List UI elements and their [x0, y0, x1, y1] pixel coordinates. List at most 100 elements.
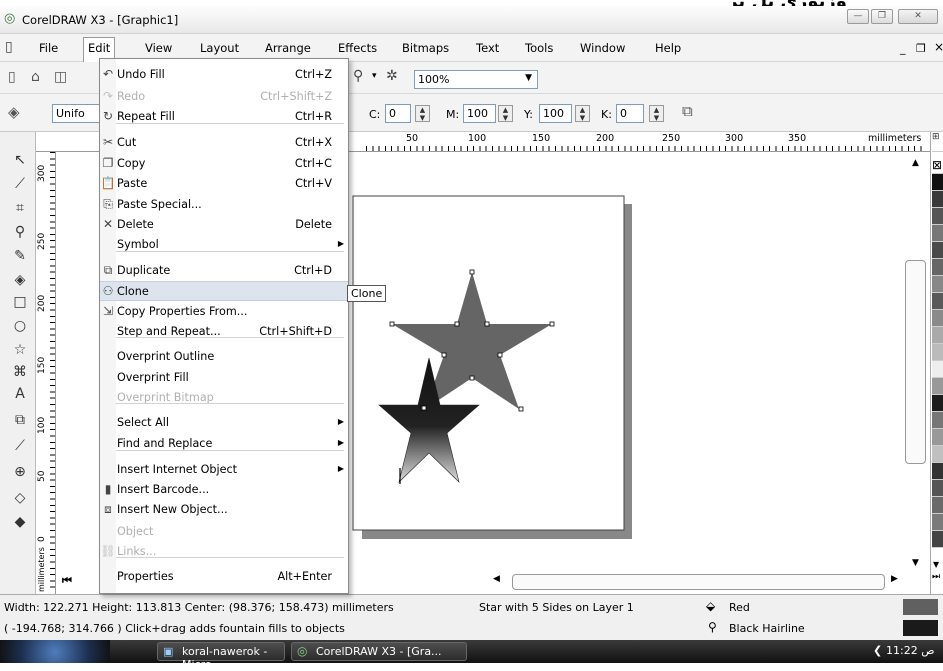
color-swatch[interactable] — [932, 531, 943, 548]
edit-menu-item-object[interactable]: Object — [100, 522, 348, 542]
edit-menu-item-paste[interactable]: 📋 Paste Ctrl+V — [100, 174, 348, 194]
edit-menu-item-clone[interactable]: ⚇ Clone — [100, 281, 348, 301]
minimize-button[interactable]: — — [847, 9, 869, 24]
application-launcher-icon[interactable]: ⚲ — [353, 68, 363, 84]
menu-layout[interactable]: Layout — [200, 41, 239, 55]
edit-menu-item-repeat-fill[interactable]: ↻ Repeat Fill Ctrl+R — [100, 107, 348, 127]
color-swatch[interactable] — [932, 514, 943, 531]
new-icon[interactable]: ▯ — [8, 69, 16, 85]
menu-file[interactable]: File — [39, 41, 58, 55]
edit-menu-item-overprint-bitmap[interactable]: Overprint Bitmap — [100, 388, 348, 408]
color-swatch[interactable] — [932, 344, 943, 361]
edit-menu-item-redo[interactable]: ↷ Redo Ctrl+Shift+Z — [100, 87, 348, 107]
color-swatch[interactable] — [932, 327, 943, 344]
palette-scroll-down-icon[interactable]: ▼ — [933, 560, 939, 569]
color-swatch[interactable] — [932, 259, 943, 276]
edit-menu-item-find-and-replace[interactable]: Find and Replace ▶ — [100, 434, 348, 454]
menu-help[interactable]: Help — [655, 41, 681, 55]
rectangle-tool-icon[interactable]: □ — [9, 292, 31, 312]
text-tool-icon[interactable]: A — [9, 384, 31, 404]
taskbar-item-coreldraw[interactable]: ◎ CorelDRAW X3 - [Gra... — [291, 642, 467, 661]
close-button[interactable]: ✕ — [898, 9, 938, 24]
polygon-tool-icon[interactable]: ☆ — [9, 340, 31, 360]
color-swatch[interactable] — [932, 378, 943, 395]
start-button[interactable] — [0, 640, 110, 663]
freehand-tool-icon[interactable]: ✎ — [9, 246, 31, 266]
c-spinner[interactable]: ▲ ▼ — [415, 105, 430, 122]
scroll-up-icon[interactable]: ▲ — [912, 158, 919, 168]
color-swatch[interactable] — [932, 208, 943, 225]
edit-menu-item-insert-barcode[interactable]: ▮ Insert Barcode... — [100, 480, 348, 500]
welcome-screen-icon[interactable]: ✲ — [386, 68, 398, 84]
color-swatch[interactable] — [932, 480, 943, 497]
interactive-blend-tool-icon[interactable]: ⧉ — [9, 410, 31, 430]
edit-menu-item-overprint-fill[interactable]: Overprint Fill — [100, 368, 348, 388]
color-swatch[interactable] — [932, 191, 943, 208]
basic-shapes-tool-icon[interactable]: ⌘ — [9, 362, 31, 382]
color-swatch[interactable] — [932, 174, 943, 191]
edit-menu-item-properties[interactable]: Properties Alt+Enter — [100, 567, 348, 587]
zoom-tool-icon[interactable]: ⚲ — [9, 222, 31, 242]
scroll-right-icon[interactable]: ▶ — [891, 574, 898, 584]
color-swatch[interactable] — [932, 446, 943, 463]
shape-tool-icon[interactable]: ⟋ — [9, 174, 31, 194]
fill-tool-icon[interactable]: ◇ — [9, 488, 31, 508]
color-swatch[interactable] — [932, 310, 943, 327]
launcher-dropdown-icon[interactable]: ▾ — [372, 71, 377, 81]
menu-view[interactable]: View — [145, 41, 172, 55]
menu-tools[interactable]: Tools — [525, 41, 553, 55]
menu-bitmaps[interactable]: Bitmaps — [402, 41, 449, 55]
color-swatch[interactable] — [932, 429, 943, 446]
doc-close-button[interactable]: × — [934, 40, 943, 54]
scroll-left-icon[interactable]: ◀ — [493, 574, 500, 584]
y-spinner[interactable]: ▲ ▼ — [575, 105, 590, 122]
fill-color-swatch[interactable] — [903, 599, 938, 615]
no-color-swatch[interactable]: ⊠ — [932, 156, 943, 174]
eyedropper-tool-icon[interactable]: ⟋ — [9, 436, 31, 456]
outline-tool-icon[interactable]: ⊕ — [9, 462, 31, 482]
edit-menu-item-paste-special[interactable]: ⎘ Paste Special... — [100, 195, 348, 215]
smart-fill-tool-icon[interactable]: ◈ — [9, 270, 31, 290]
interactive-fill-tool-icon[interactable]: ◆ — [9, 512, 31, 532]
palette-flyout-icon[interactable]: ⊞ — [932, 132, 943, 152]
k-spinner[interactable]: ▲ ▼ — [649, 105, 664, 122]
outline-color-swatch[interactable] — [903, 620, 938, 636]
color-swatch[interactable] — [932, 276, 943, 293]
color-swatch[interactable] — [932, 293, 943, 310]
save-icon[interactable]: ◫ — [54, 69, 67, 85]
edit-menu-item-duplicate[interactable]: ⧉ Duplicate Ctrl+D — [100, 261, 348, 281]
color-swatch[interactable] — [932, 361, 943, 378]
edit-menu-item-symbol[interactable]: Symbol ▶ — [100, 235, 348, 255]
color-options-icon[interactable]: ⧉ — [682, 102, 693, 120]
scroll-down-icon[interactable]: ▼ — [912, 558, 919, 568]
edit-menu-item-undo-fill[interactable]: ↶ Undo Fill Ctrl+Z — [100, 65, 348, 85]
color-swatch[interactable] — [932, 497, 943, 514]
palette-expand-icon[interactable]: ⏭ — [932, 572, 940, 582]
restore-button[interactable]: ❐ — [871, 9, 893, 24]
menu-arrange[interactable]: Arrange — [265, 41, 311, 55]
color-swatch[interactable] — [932, 395, 943, 412]
edit-menu-item-insert-new-object[interactable]: ⧈ Insert New Object... — [100, 500, 348, 520]
edit-menu-item-cut[interactable]: ✂ Cut Ctrl+X — [100, 133, 348, 153]
menu-effects[interactable]: Effects — [338, 41, 377, 55]
vertical-scroll-thumb[interactable] — [905, 260, 926, 464]
doc-minimize-button[interactable]: _ — [900, 42, 906, 55]
color-swatch[interactable] — [932, 412, 943, 429]
tray-chevron-icon[interactable]: ❮ — [873, 644, 882, 657]
edit-menu-item-copy[interactable]: ❐ Copy Ctrl+C — [100, 154, 348, 174]
ellipse-tool-icon[interactable]: ○ — [9, 316, 31, 336]
first-page-icon[interactable]: ⏮ — [62, 574, 72, 588]
c-input[interactable]: 0 — [385, 104, 411, 123]
doc-restore-button[interactable]: ❐ — [916, 42, 926, 55]
m-spinner[interactable]: ▲ ▼ — [498, 105, 513, 122]
edit-menu-item-select-all[interactable]: Select All ▶ — [100, 413, 348, 433]
color-swatch[interactable] — [932, 225, 943, 242]
taskbar-item-word[interactable]: ▣ koral-nawerok - Micro... — [157, 642, 285, 671]
color-swatch[interactable] — [932, 463, 943, 480]
color-swatch[interactable] — [932, 242, 943, 259]
crop-tool-icon[interactable]: ⌗ — [9, 198, 31, 218]
menu-text[interactable]: Text — [476, 41, 499, 55]
edit-menu-item-delete[interactable]: ✕ Delete Delete — [100, 215, 348, 235]
open-icon[interactable]: ⌂ — [31, 69, 40, 85]
m-input[interactable]: 100 — [463, 104, 496, 123]
